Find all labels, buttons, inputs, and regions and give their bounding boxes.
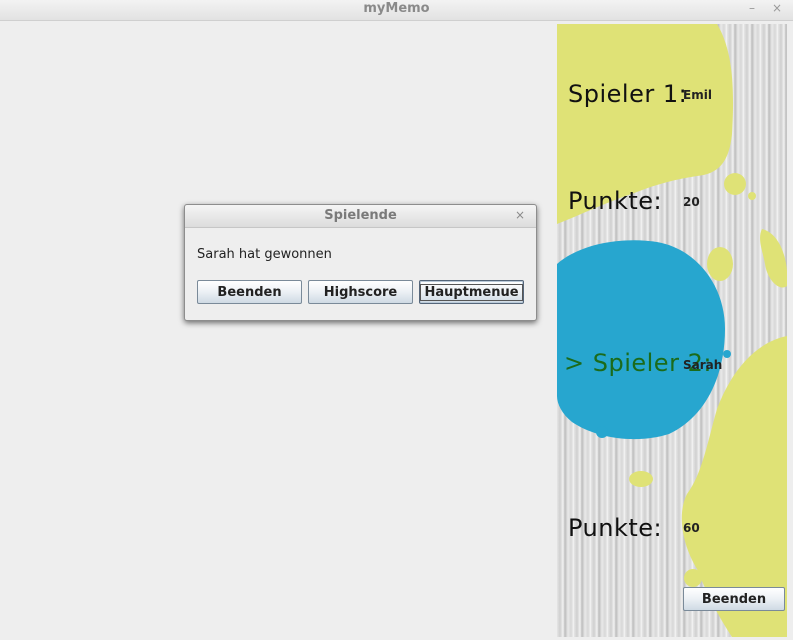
player2-points-value: 60 xyxy=(683,521,700,535)
main-menu-label: Hauptmenue xyxy=(420,283,523,301)
dialog-title-bar: Spielende × xyxy=(185,205,536,228)
dialog-message: Sarah hat gewonnen xyxy=(197,247,332,262)
player2-name: Sarah xyxy=(683,358,723,372)
player1-points-value: 20 xyxy=(683,195,700,209)
player1-name: Emil xyxy=(683,88,712,102)
dialog-close-icon[interactable]: × xyxy=(515,208,525,222)
game-over-dialog: Spielende × Sarah hat gewonnen Beenden H… xyxy=(184,204,537,321)
quit-button-label: Beenden xyxy=(701,591,767,607)
dialog-quit-button[interactable]: Beenden xyxy=(197,280,302,304)
score-panel: Spieler 1: Emil Punkte: 20 > Spieler 2: … xyxy=(557,24,787,637)
player2-points-label: Punkte: xyxy=(568,514,663,542)
quit-button[interactable]: Beenden xyxy=(683,587,785,611)
highscore-button[interactable]: Highscore xyxy=(308,280,413,304)
player1-points-label: Punkte: xyxy=(568,187,663,215)
main-menu-button[interactable]: Hauptmenue xyxy=(419,280,524,304)
window-title-bar: myMemo – × xyxy=(0,0,793,21)
highscore-label: Highscore xyxy=(323,284,398,300)
window-title: myMemo xyxy=(363,1,430,16)
dialog-title: Spielende xyxy=(324,208,397,223)
dialog-quit-label: Beenden xyxy=(217,284,282,300)
minimize-icon[interactable]: – xyxy=(749,1,755,15)
player1-label: Spieler 1: xyxy=(568,80,688,108)
paint-splash-background xyxy=(557,24,787,637)
close-icon[interactable]: × xyxy=(772,1,782,15)
